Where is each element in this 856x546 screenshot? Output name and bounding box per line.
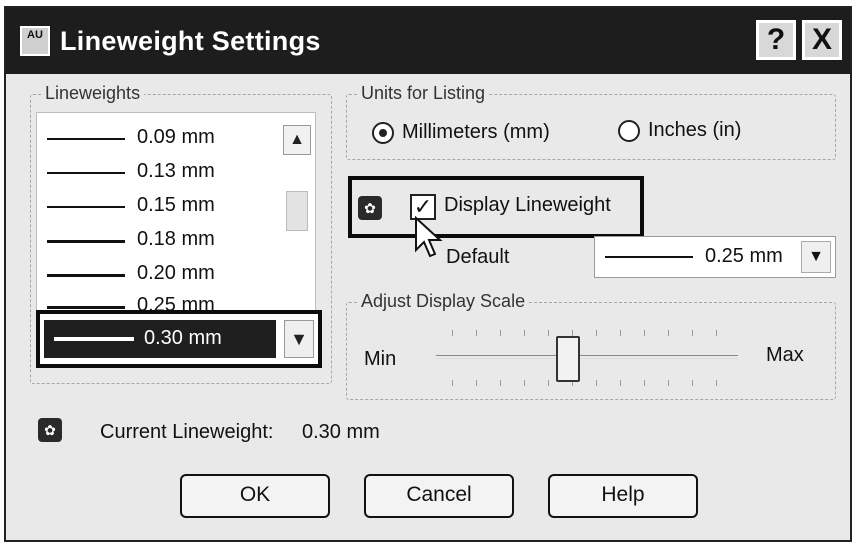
units-for-listing-label: Units for Listing	[357, 83, 490, 104]
slider-ticks-bottom	[452, 380, 732, 386]
chevron-up-icon: ▲	[289, 131, 305, 148]
lineweight-sample	[47, 240, 125, 243]
current-lineweight-value: 0.30 mm	[302, 421, 380, 443]
selected-lineweight-highlight: 0.30 mm	[44, 320, 276, 358]
radio-selected-icon	[372, 122, 394, 144]
display-lineweight-label: Display Lineweight	[444, 194, 611, 216]
lineweight-palette-icon: ✿	[38, 418, 62, 442]
current-lineweight-label: Current Lineweight:	[100, 421, 274, 443]
lineweight-palette-icon: ✿	[358, 196, 382, 220]
lineweight-sample	[605, 256, 693, 258]
dialog-title: Lineweight Settings	[60, 26, 321, 56]
radio-unselected-icon	[618, 120, 640, 142]
default-lineweight-dropdown[interactable]: 0.25 mm ▼	[594, 236, 836, 278]
cancel-button[interactable]: Cancel	[364, 474, 514, 518]
lineweight-sample	[47, 138, 125, 140]
chevron-down-icon: ▼	[808, 248, 824, 265]
title-bar: AU Lineweight Settings ? X	[6, 8, 850, 74]
radio-dot	[379, 129, 387, 137]
scrollbar-thumb[interactable]	[286, 191, 308, 231]
inches-radio[interactable]: Inches (in)	[618, 118, 778, 146]
slider-ticks-top	[452, 330, 732, 336]
help-button[interactable]: Help	[548, 474, 698, 518]
selected-lineweight-dropdown[interactable]: 0.30 mm ▼	[36, 310, 322, 368]
lineweight-item-label: 0.15 mm	[137, 194, 215, 216]
adjust-display-scale-label: Adjust Display Scale	[357, 291, 530, 312]
dropdown-arrow-button[interactable]: ▼	[284, 320, 314, 358]
lineweight-item[interactable]: 0.13 mm	[37, 157, 277, 189]
default-label: Default	[446, 246, 510, 268]
chevron-down-icon: ▼	[290, 329, 308, 349]
lineweights-label: Lineweights	[41, 83, 145, 104]
lineweight-item[interactable]: 0.09 mm	[37, 123, 277, 155]
lineweights-list[interactable]: 0.09 mm 0.13 mm 0.15 mm 0.18 mm 0.20 mm …	[36, 112, 316, 312]
lineweight-item-label: 0.13 mm	[137, 160, 215, 182]
lineweight-item[interactable]: 0.25 mm	[37, 291, 277, 311]
lineweight-sample	[47, 172, 125, 174]
ok-button[interactable]: OK	[180, 474, 330, 518]
scale-max-label: Max	[766, 344, 804, 366]
lineweight-item-label: 0.09 mm	[137, 126, 215, 148]
lineweight-sample	[54, 337, 134, 341]
slider-thumb[interactable]	[556, 336, 580, 382]
lineweight-item[interactable]: 0.18 mm	[37, 225, 277, 257]
default-lineweight-value: 0.25 mm	[705, 245, 783, 267]
dropdown-arrow-button[interactable]: ▼	[801, 241, 831, 273]
help-title-button[interactable]: ?	[756, 20, 796, 60]
lineweight-item[interactable]: 0.20 mm	[37, 259, 277, 291]
lineweight-item[interactable]: 0.15 mm	[37, 191, 277, 223]
app-icon: AU	[20, 26, 50, 56]
display-scale-slider[interactable]	[436, 355, 738, 359]
inches-radio-label: Inches (in)	[648, 119, 742, 141]
scale-min-label: Min	[364, 348, 397, 370]
close-button[interactable]: X	[802, 20, 842, 60]
scroll-up-button[interactable]: ▲	[283, 125, 311, 155]
display-lineweight-highlight: ✿ ✓ Display Lineweight	[348, 176, 644, 238]
lineweight-sample	[47, 206, 125, 208]
lineweight-item-label: 0.18 mm	[137, 228, 215, 250]
millimeters-radio-label: Millimeters (mm)	[402, 121, 550, 143]
lineweight-sample	[47, 274, 125, 277]
millimeters-radio[interactable]: Millimeters (mm)	[372, 120, 572, 148]
mouse-pointer-icon	[415, 216, 443, 258]
lineweight-sample	[47, 306, 125, 309]
lineweight-item-label: 0.20 mm	[137, 262, 215, 284]
selected-lineweight-value: 0.30 mm	[144, 327, 222, 349]
